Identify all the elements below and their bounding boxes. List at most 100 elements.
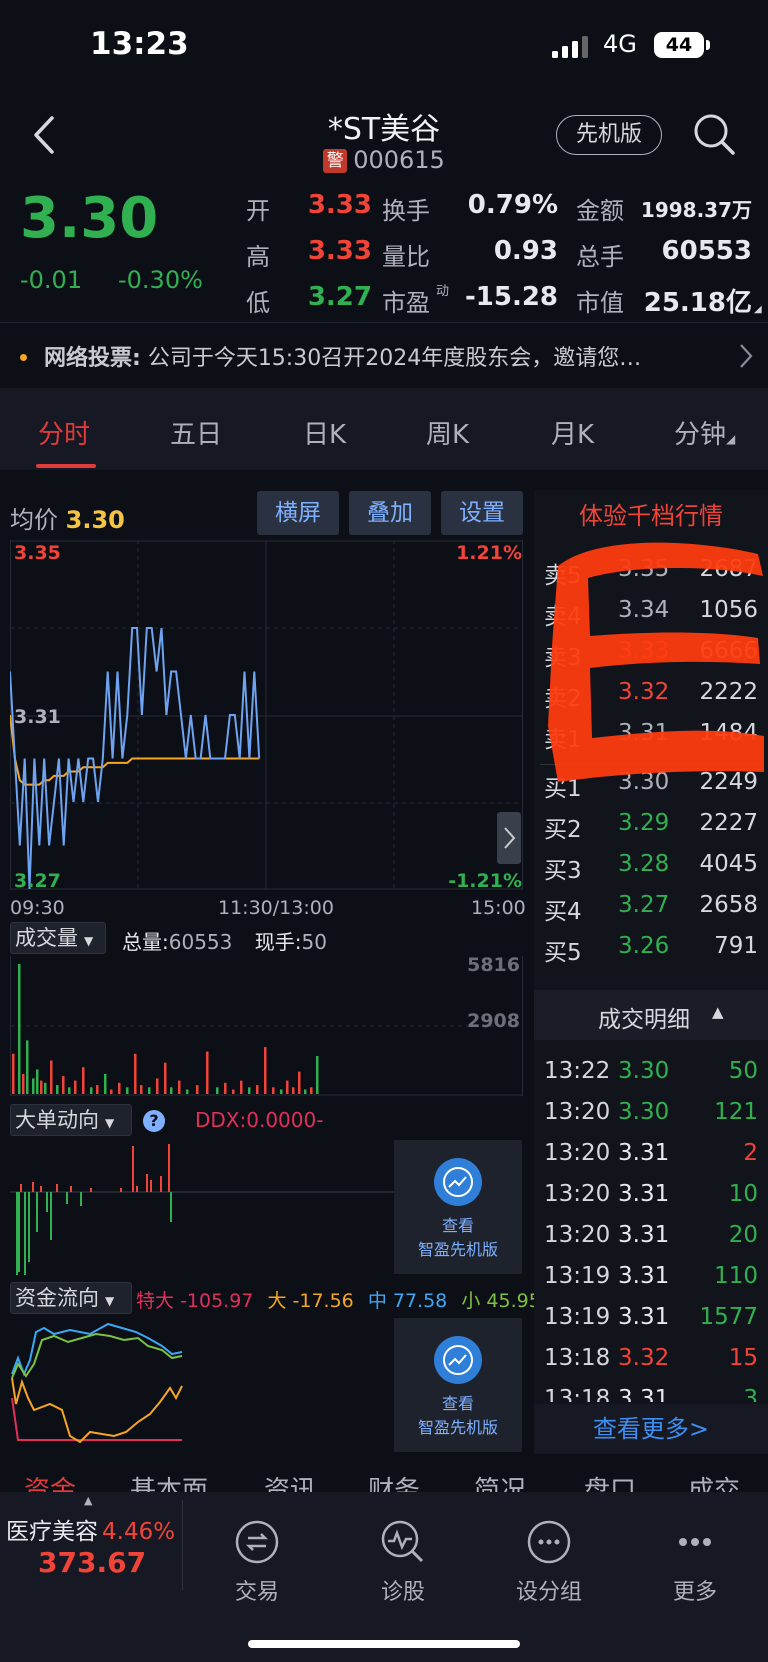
- promo-line1: 查看: [441, 1394, 474, 1413]
- search-icon[interactable]: [692, 112, 736, 156]
- landscape-button[interactable]: 横屏: [257, 491, 339, 535]
- bid-row[interactable]: 买5 3.26 791: [534, 933, 768, 967]
- stat-label: 市值: [576, 289, 624, 317]
- trade-volume: 20: [728, 1222, 758, 1248]
- level-label: 买4: [544, 899, 582, 925]
- notice-text[interactable]: 网络投票: 公司于今天15:30召开2024年度股东会，邀请您…: [44, 340, 641, 372]
- volume-bar: [206, 1051, 209, 1094]
- trade-time: 13:20: [544, 1140, 611, 1166]
- level-label: 买3: [544, 858, 582, 884]
- volume-bar: [104, 1073, 107, 1094]
- fund-flow-xl-value: -105.97: [180, 1290, 254, 1312]
- intraday-price-chart[interactable]: [10, 540, 523, 890]
- bid-row[interactable]: 买4 3.27 2658: [534, 892, 768, 926]
- more-button[interactable]: 更多: [650, 1518, 740, 1606]
- y-label-top: 3.35: [14, 542, 61, 564]
- set-group-button[interactable]: 设分组: [504, 1518, 594, 1606]
- tab-intraday[interactable]: 分时: [38, 414, 90, 451]
- trade-time: 13:19: [544, 1263, 611, 1289]
- trade-price: 3.31: [618, 1222, 670, 1248]
- see-more-link[interactable]: 查看更多>: [534, 1404, 768, 1454]
- bid-row[interactable]: 买3 3.28 4045: [534, 851, 768, 885]
- ddx-bar: [80, 1192, 82, 1206]
- tab-minute[interactable]: 分钟◢: [674, 414, 735, 451]
- fund-flow-selector[interactable]: 资金流向 ▼: [10, 1282, 132, 1314]
- volume-bar: [110, 1089, 113, 1094]
- volume-bar: [82, 1067, 85, 1094]
- trade-time: 13:19: [544, 1304, 611, 1330]
- more-circle-icon: [527, 1520, 571, 1564]
- settings-button[interactable]: 设置: [441, 491, 523, 535]
- price-change: -0.01: [20, 266, 83, 294]
- sector-header: 医疗美容 4.46%: [6, 1512, 175, 1546]
- trade-row: 13:20 3.30 121: [534, 1099, 768, 1133]
- trade-row: 13:18 3.32 15: [534, 1345, 768, 1379]
- tab-five-day[interactable]: 五日: [170, 414, 222, 451]
- stat-value: 3.27: [307, 282, 372, 312]
- x-label-close: 15:00: [471, 897, 526, 919]
- signal-icon: [552, 36, 588, 58]
- trade-price: 3.31: [618, 1386, 670, 1402]
- volume-bar: [56, 1085, 59, 1094]
- trade-row: 13:20 3.31 20: [534, 1222, 768, 1256]
- stat-value: 60553: [661, 236, 752, 266]
- trade-button[interactable]: 交易: [212, 1518, 302, 1606]
- fund-flow-s-line: [11, 1332, 183, 1379]
- expand-panel-button[interactable]: [497, 812, 521, 864]
- ddx-bar: [70, 1186, 72, 1192]
- volume-bar: [170, 1087, 173, 1094]
- trade-detail-header[interactable]: 成交明细 ▲: [534, 990, 768, 1040]
- trend-icon: [434, 1158, 482, 1206]
- trade-price: 3.31: [618, 1140, 670, 1166]
- volume-last-label: 现手:: [254, 930, 302, 954]
- stat-label: 金额: [576, 197, 624, 225]
- trade-price: 3.31: [618, 1181, 670, 1207]
- stat-label: 市盈: [382, 289, 430, 317]
- volume-selector[interactable]: 成交量 ▼: [10, 922, 106, 954]
- edition-button[interactable]: 先机版: [556, 115, 662, 155]
- trade-time: 13:20: [544, 1099, 611, 1125]
- trend-icon: [434, 1336, 482, 1384]
- chevron-right-icon[interactable]: [738, 342, 754, 370]
- fund-flow-s-label: 小: [461, 1290, 481, 1312]
- fund-flow-l-value: -17.56: [292, 1290, 354, 1312]
- fund-flow-chart[interactable]: [10, 1318, 394, 1450]
- tab-daily-k[interactable]: 日K: [303, 414, 346, 451]
- sector-info[interactable]: ▲ 医疗美容 4.46% 373.67: [0, 1492, 182, 1592]
- ddx-bar: [56, 1184, 58, 1192]
- divider: [182, 1500, 183, 1590]
- volume-bar: [256, 1085, 259, 1094]
- volume-bar: [26, 1040, 29, 1094]
- volume-bar: [310, 1087, 313, 1094]
- level-price: 3.27: [618, 892, 670, 918]
- volume-bar: [224, 1082, 227, 1094]
- tab-minute-label: 分钟: [674, 420, 727, 450]
- trade-price: 3.30: [618, 1058, 670, 1084]
- tab-monthly-k[interactable]: 月K: [551, 414, 594, 451]
- promo-line1: 查看: [441, 1216, 474, 1235]
- trade-volume: 10: [728, 1181, 758, 1207]
- fund-flow-m-label: 中: [367, 1290, 387, 1312]
- bid-row[interactable]: 买2 3.29 2227: [534, 810, 768, 844]
- trade-time: 13:18: [544, 1345, 611, 1371]
- ddx-bar: [16, 1192, 18, 1275]
- stat-value: 3.33: [307, 236, 372, 266]
- help-icon[interactable]: ?: [143, 1110, 165, 1132]
- volume-chart[interactable]: [10, 956, 523, 1096]
- volume-bar: [148, 1087, 151, 1094]
- ddx-bar: [24, 1192, 26, 1275]
- big-order-selector[interactable]: 大单动向 ▼: [10, 1104, 132, 1136]
- tab-weekly-k[interactable]: 周K: [426, 414, 469, 451]
- promo-card-fund-flow[interactable]: 查看 智盈先机版: [394, 1318, 522, 1452]
- level-label: 买5: [544, 940, 582, 966]
- diagnose-button[interactable]: 诊股: [358, 1518, 448, 1606]
- trade-time: 13:20: [544, 1222, 611, 1248]
- big-order-chart[interactable]: [10, 1140, 394, 1275]
- avg-price: 均价 3.30: [10, 500, 125, 535]
- trade-volume: 1577: [699, 1304, 758, 1330]
- fund-flow-s-value: 45.95: [486, 1290, 541, 1312]
- overlay-button[interactable]: 叠加: [349, 491, 431, 535]
- promo-card-big-order[interactable]: 查看 智盈先机版: [394, 1140, 522, 1274]
- divider: [0, 322, 768, 323]
- volume-bar: [298, 1071, 301, 1094]
